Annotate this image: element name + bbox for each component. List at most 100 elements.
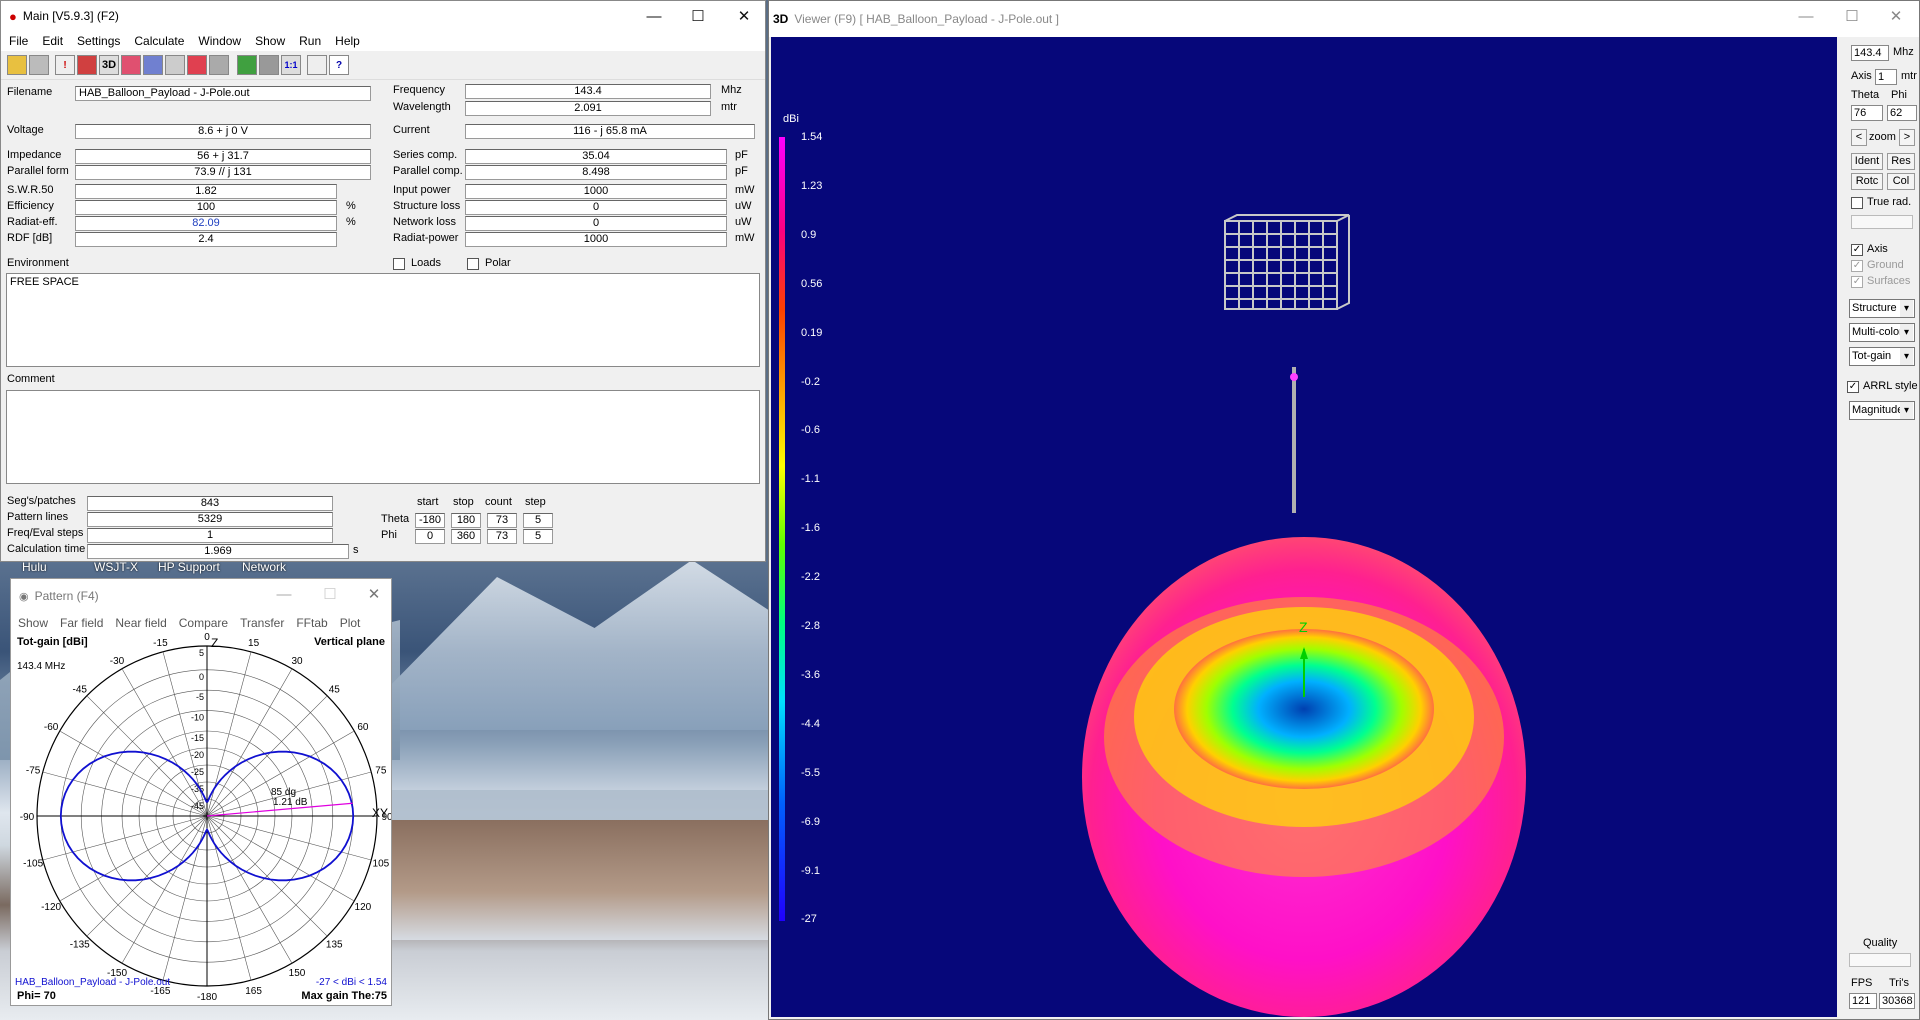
menu-window[interactable]: Window bbox=[198, 34, 241, 48]
true-rad-checkbox[interactable] bbox=[1851, 197, 1863, 209]
viewer-axis-field[interactable]: 1 bbox=[1875, 69, 1897, 85]
comment-textarea[interactable] bbox=[6, 390, 760, 484]
viewer-minimize-button[interactable]: — bbox=[1783, 1, 1829, 31]
environment-textarea[interactable]: FREE SPACE bbox=[6, 273, 760, 367]
target-icon[interactable] bbox=[187, 55, 207, 75]
viewer-maximize-button[interactable]: ☐ bbox=[1829, 1, 1875, 31]
color-mode-select[interactable]: Multi-color bbox=[1849, 323, 1915, 342]
pattern-menu-plot[interactable]: Plot bbox=[340, 616, 361, 630]
menu-calculate[interactable]: Calculate bbox=[134, 34, 184, 48]
pattern-window: ◉ Pattern (F4) — ☐ ✕ Show Far field Near… bbox=[10, 578, 392, 1006]
sphere-icon[interactable] bbox=[143, 55, 163, 75]
viewer-phi-field[interactable]: 62 bbox=[1887, 105, 1917, 121]
magnitude-select[interactable]: Magnitude bbox=[1849, 401, 1915, 420]
loads-checkbox[interactable] bbox=[393, 258, 405, 270]
theta-label: Theta bbox=[381, 513, 410, 525]
gain-type-select[interactable]: Tot-gain bbox=[1849, 347, 1915, 366]
copy-icon[interactable] bbox=[29, 55, 49, 75]
pattern-menu-near-field[interactable]: Near field bbox=[115, 616, 166, 630]
phi-start[interactable]: 0 bbox=[415, 529, 445, 544]
pattern-menu-compare[interactable]: Compare bbox=[179, 616, 228, 630]
menu-file[interactable]: File bbox=[9, 34, 28, 48]
true-rad-slider[interactable] bbox=[1851, 215, 1913, 229]
polar-ring-label: -15 bbox=[191, 733, 204, 743]
theta-start[interactable]: -180 bbox=[415, 513, 445, 528]
nec-icon[interactable] bbox=[77, 55, 97, 75]
main-title: Main [V5.9.3] (F2) bbox=[22, 9, 119, 23]
table-icon[interactable] bbox=[259, 55, 279, 75]
zoom-in-button[interactable]: > bbox=[1899, 129, 1915, 146]
theta-count[interactable]: 73 bbox=[487, 513, 517, 528]
theta-stop[interactable]: 180 bbox=[451, 513, 481, 528]
grid-header-count: count bbox=[485, 496, 512, 508]
maximize-button[interactable]: ☐ bbox=[675, 1, 721, 31]
wire-icon[interactable]: ! bbox=[55, 55, 75, 75]
pattern-titlebar[interactable]: ◉ Pattern (F4) — ☐ ✕ bbox=[11, 579, 391, 613]
help-icon[interactable]: ? bbox=[329, 55, 349, 75]
menu-run[interactable]: Run bbox=[299, 34, 321, 48]
filename-field[interactable]: HAB_Balloon_Payload - J-Pole.out bbox=[75, 86, 371, 101]
zoom-out-button[interactable]: < bbox=[1851, 129, 1867, 146]
pattern-menu-far-field[interactable]: Far field bbox=[60, 616, 103, 630]
col-button[interactable]: Col bbox=[1887, 173, 1915, 190]
desktop-icon-wsjtx[interactable]: WSJT-X bbox=[94, 560, 138, 574]
polar-angle-label: 75 bbox=[375, 765, 387, 776]
viewer-canvas[interactable]: dBi 1.54 1.23 0.9 0.56 0.19 -0.2 -0.6 -1.1 -1.6-… bbox=[771, 37, 1837, 1017]
menu-edit[interactable]: Edit bbox=[42, 34, 63, 48]
efficiency-field: 100 bbox=[75, 200, 337, 215]
viewer-close-button[interactable]: ✕ bbox=[1873, 1, 1919, 31]
wavelength-field[interactable]: 2.091 bbox=[465, 101, 711, 116]
ground-checkbox[interactable]: ✓ bbox=[1851, 260, 1863, 272]
polar-angle-label: -120 bbox=[41, 902, 61, 913]
quality-slider[interactable] bbox=[1849, 953, 1911, 967]
viewer-titlebar[interactable]: 3D Viewer (F9) [ HAB_Balloon_Payload - J… bbox=[769, 1, 1919, 37]
pattern-menu-transfer[interactable]: Transfer bbox=[240, 616, 284, 630]
rotc-button[interactable]: Rotc bbox=[1851, 173, 1883, 190]
menu-settings[interactable]: Settings bbox=[77, 34, 120, 48]
minimize-button[interactable]: — bbox=[631, 1, 677, 31]
pattern-menu-show[interactable]: Show bbox=[18, 616, 48, 630]
network-loss-unit: uW bbox=[735, 216, 752, 228]
desktop-icon-hp-support[interactable]: HP Support bbox=[158, 560, 220, 574]
polar-checkbox[interactable] bbox=[467, 258, 479, 270]
axis-checkbox[interactable]: ✓ bbox=[1851, 244, 1863, 256]
pattern-lines-field: 5329 bbox=[87, 512, 333, 527]
phi-step[interactable]: 5 bbox=[523, 529, 553, 544]
viewer-theta-field[interactable]: 76 bbox=[1851, 105, 1883, 121]
calc-icon[interactable] bbox=[237, 55, 257, 75]
ident-button[interactable]: Ident bbox=[1851, 153, 1883, 170]
antenna-icon[interactable] bbox=[165, 55, 185, 75]
polar-angle-label: 0 bbox=[204, 633, 210, 643]
close-button[interactable]: ✕ bbox=[721, 1, 767, 31]
comment-label: Comment bbox=[7, 373, 55, 385]
surfaces-checkbox[interactable]: ✓ bbox=[1851, 276, 1863, 288]
viewer-freq-field[interactable]: 143.4 bbox=[1851, 45, 1889, 61]
parallel-form-field: 73.9 // j 131 bbox=[75, 165, 371, 180]
chart-icon[interactable] bbox=[121, 55, 141, 75]
pattern-maximize-button[interactable]: ☐ bbox=[307, 579, 353, 609]
polar-angle-label: -45 bbox=[72, 685, 87, 696]
main-titlebar[interactable]: ● Main [V5.9.3] (F2) — ☐ ✕ bbox=[1, 1, 765, 31]
book-icon[interactable] bbox=[307, 55, 327, 75]
open-folder-icon[interactable] bbox=[7, 55, 27, 75]
pattern-close-button[interactable]: ✕ bbox=[351, 579, 397, 609]
ratio-icon[interactable]: 1:1 bbox=[281, 55, 301, 75]
frequency-unit: Mhz bbox=[721, 84, 742, 96]
res-button[interactable]: Res bbox=[1887, 153, 1915, 170]
desktop-icon-network[interactable]: Network bbox=[242, 560, 286, 574]
menu-show[interactable]: Show bbox=[255, 34, 285, 48]
desktop-icon-hulu[interactable]: Hulu bbox=[22, 560, 47, 574]
phi-stop[interactable]: 360 bbox=[451, 529, 481, 544]
theta-step[interactable]: 5 bbox=[523, 513, 553, 528]
phi-count[interactable]: 73 bbox=[487, 529, 517, 544]
frequency-field[interactable]: 143.4 bbox=[465, 84, 711, 99]
pattern-minimize-button[interactable]: — bbox=[261, 579, 307, 609]
menu-help[interactable]: Help bbox=[335, 34, 360, 48]
axis-check-label: Axis bbox=[1867, 243, 1888, 255]
structure-select[interactable]: Structure bbox=[1849, 299, 1915, 318]
3d-icon[interactable]: 3D bbox=[99, 55, 119, 75]
arrl-style-checkbox[interactable]: ✓ bbox=[1847, 381, 1859, 393]
pattern-icon[interactable] bbox=[209, 55, 229, 75]
viewer-axis-label: Axis bbox=[1851, 70, 1872, 82]
pattern-menu-fftab[interactable]: FFtab bbox=[296, 616, 327, 630]
